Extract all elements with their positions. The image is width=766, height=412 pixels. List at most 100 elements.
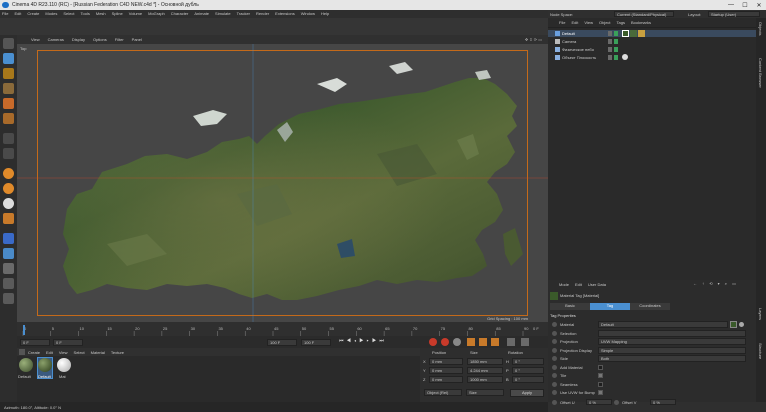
playhead[interactable] xyxy=(23,325,25,335)
material-tag-icon[interactable] xyxy=(622,54,628,60)
viewport-menu-filter[interactable]: Filter xyxy=(115,37,124,42)
menu-spline[interactable]: Spline xyxy=(112,11,123,16)
material-tag-icon[interactable] xyxy=(622,30,629,37)
material-tag-icon[interactable] xyxy=(630,30,637,37)
object-visibility-icon[interactable] xyxy=(608,31,612,36)
material-link-icon[interactable] xyxy=(730,321,737,328)
playback-controls[interactable]: ⏮◀◂▶▸▶⏭ xyxy=(339,338,387,344)
coord-size-field[interactable]: 4.244 mm xyxy=(467,367,503,374)
object-enabled-icon[interactable] xyxy=(614,39,618,44)
keyframe-selection-icon[interactable] xyxy=(453,338,461,346)
attribute-tab-coordinates[interactable]: Coordinates xyxy=(630,303,670,310)
solo-icon[interactable] xyxy=(3,233,14,244)
menu-render[interactable]: Render xyxy=(256,11,269,16)
preview-end-field[interactable]: 100 F xyxy=(301,339,331,346)
current-frame-field[interactable]: 0 F xyxy=(20,339,50,346)
autokey-icon[interactable] xyxy=(441,338,449,346)
record-icon[interactable] xyxy=(429,338,437,346)
position-key-icon[interactable] xyxy=(467,338,475,346)
prop-keyframe-radio[interactable] xyxy=(552,390,557,395)
prop-select-side[interactable]: Both xyxy=(598,355,746,362)
viewport-menu-options[interactable]: Options xyxy=(93,37,107,42)
object-menu-tags[interactable]: Tags xyxy=(617,20,625,25)
points-mode-icon[interactable] xyxy=(3,83,14,94)
menu-help[interactable]: Help xyxy=(321,11,329,16)
attribute-nav-icons[interactable]: ← ↑ ⟲ ▾ ⌕ ▭ xyxy=(693,281,738,286)
coord-size-field[interactable]: 1850 mm xyxy=(467,358,503,365)
menu-volume[interactable]: Volume xyxy=(129,11,142,16)
viewport-menu-cameras[interactable]: Cameras xyxy=(48,37,64,42)
prop-checkbox-use-uvw-for-bump[interactable] xyxy=(598,390,603,395)
coord-rotation-field[interactable]: 0 ° xyxy=(512,367,544,374)
prop-select-projection[interactable]: UVW Mapping xyxy=(598,338,746,345)
menu-tracker[interactable]: Tracker xyxy=(237,11,250,16)
prop-keyframe-radio[interactable] xyxy=(552,347,557,353)
offset-v-radio[interactable] xyxy=(614,400,619,405)
viewport-solo-off-icon[interactable] xyxy=(3,263,14,274)
side-tab-objects[interactable]: Objects xyxy=(758,22,763,36)
menu-character[interactable]: Character xyxy=(171,11,189,16)
object-menu-file[interactable]: File xyxy=(559,20,565,25)
material-menu-material[interactable]: Material xyxy=(91,350,105,355)
side-tab-layers[interactable]: Layers xyxy=(758,308,763,320)
timeline-ruler[interactable]: 0 5 10 15 20 25 30 35 40 45 50 55 60 65 70 75 80 85 90 0 F xyxy=(17,322,548,336)
node-space-select[interactable]: Current (Standard/Physical) xyxy=(614,11,674,17)
material-menu-select[interactable]: Select xyxy=(74,350,85,355)
menu-modes[interactable]: Modes xyxy=(45,11,57,16)
close-button[interactable]: ✕ xyxy=(752,0,766,10)
offset-v-field[interactable]: 0 % xyxy=(650,399,676,405)
prop-keyframe-radio[interactable] xyxy=(552,356,557,361)
end-frame-field[interactable]: 100 F xyxy=(267,339,297,346)
snap-settings-icon[interactable] xyxy=(3,183,14,194)
viewport-menu-display[interactable]: Display xyxy=(72,37,85,42)
timeline-window-icon[interactable] xyxy=(521,338,529,346)
apply-button[interactable]: Apply xyxy=(510,389,544,397)
maximize-button[interactable]: ☐ xyxy=(738,0,752,10)
axis-mode-icon[interactable] xyxy=(3,133,14,144)
material-menu-view[interactable]: View xyxy=(59,350,68,355)
point-level-icon[interactable] xyxy=(507,338,515,346)
material-menu-texture[interactable]: Texture xyxy=(111,350,124,355)
side-tab-structure[interactable]: Structure xyxy=(758,343,763,359)
coord-rotation-field[interactable]: 0 ° xyxy=(512,376,544,383)
menu-animate[interactable]: Animate xyxy=(194,11,209,16)
side-tab-content-browser[interactable]: Content Browser xyxy=(758,58,763,88)
coord-rotation-field[interactable]: 0 ° xyxy=(512,358,544,365)
prop-keyframe-radio[interactable] xyxy=(552,322,557,327)
material-menu-create[interactable]: Create xyxy=(28,350,40,355)
coord-position-field[interactable]: 0 mm xyxy=(429,376,463,383)
solo-hierarchy-icon[interactable] xyxy=(3,248,14,259)
minimize-button[interactable]: — xyxy=(724,0,738,10)
paint-icon[interactable] xyxy=(3,278,14,289)
object-row[interactable]: Объект Плоскость xyxy=(548,54,756,61)
prop-keyframe-radio[interactable] xyxy=(552,339,557,344)
object-enabled-icon[interactable] xyxy=(614,47,618,52)
attribute-menu-user-data[interactable]: User Data xyxy=(588,282,606,287)
prop-keyframe-radio[interactable] xyxy=(552,381,557,387)
viewport-nav-icons[interactable]: ✥ ⇕ ⟳ ▭ xyxy=(525,37,542,42)
tweak-mode-icon[interactable] xyxy=(3,148,14,159)
attribute-menu-edit[interactable]: Edit xyxy=(575,282,582,287)
material-ball-default-2[interactable] xyxy=(38,358,52,372)
object-enabled-icon[interactable] xyxy=(614,55,618,60)
attribute-menu-mode[interactable]: Mode xyxy=(559,282,569,287)
grid-icon[interactable] xyxy=(3,293,14,304)
attribute-tab-tag[interactable]: Tag xyxy=(590,303,630,310)
make-editable-icon[interactable] xyxy=(3,38,14,49)
workplane-icon[interactable] xyxy=(3,198,14,209)
viewport-menu-panel[interactable]: Panel xyxy=(132,37,142,42)
texture-mode-icon[interactable] xyxy=(3,68,14,79)
snap-icon[interactable] xyxy=(3,168,14,179)
coord-size-mode-select[interactable]: Size xyxy=(466,389,504,396)
prop-checkbox-add-material[interactable] xyxy=(598,364,603,370)
menu-mograph[interactable]: MoGraph xyxy=(148,11,165,16)
prop-keyframe-radio[interactable] xyxy=(552,364,557,370)
attribute-tab-basic[interactable]: Basic xyxy=(550,303,590,310)
object-enabled-icon[interactable] xyxy=(614,31,618,36)
viewport-menu-view[interactable]: View xyxy=(31,37,40,42)
menu-mesh[interactable]: Mesh xyxy=(96,11,106,16)
coord-position-field[interactable]: 0 mm xyxy=(429,367,463,374)
phong-tag-icon[interactable] xyxy=(638,30,645,37)
material-ball-mat[interactable] xyxy=(57,358,71,372)
prop-select-projection-display[interactable]: Simple xyxy=(598,346,746,354)
